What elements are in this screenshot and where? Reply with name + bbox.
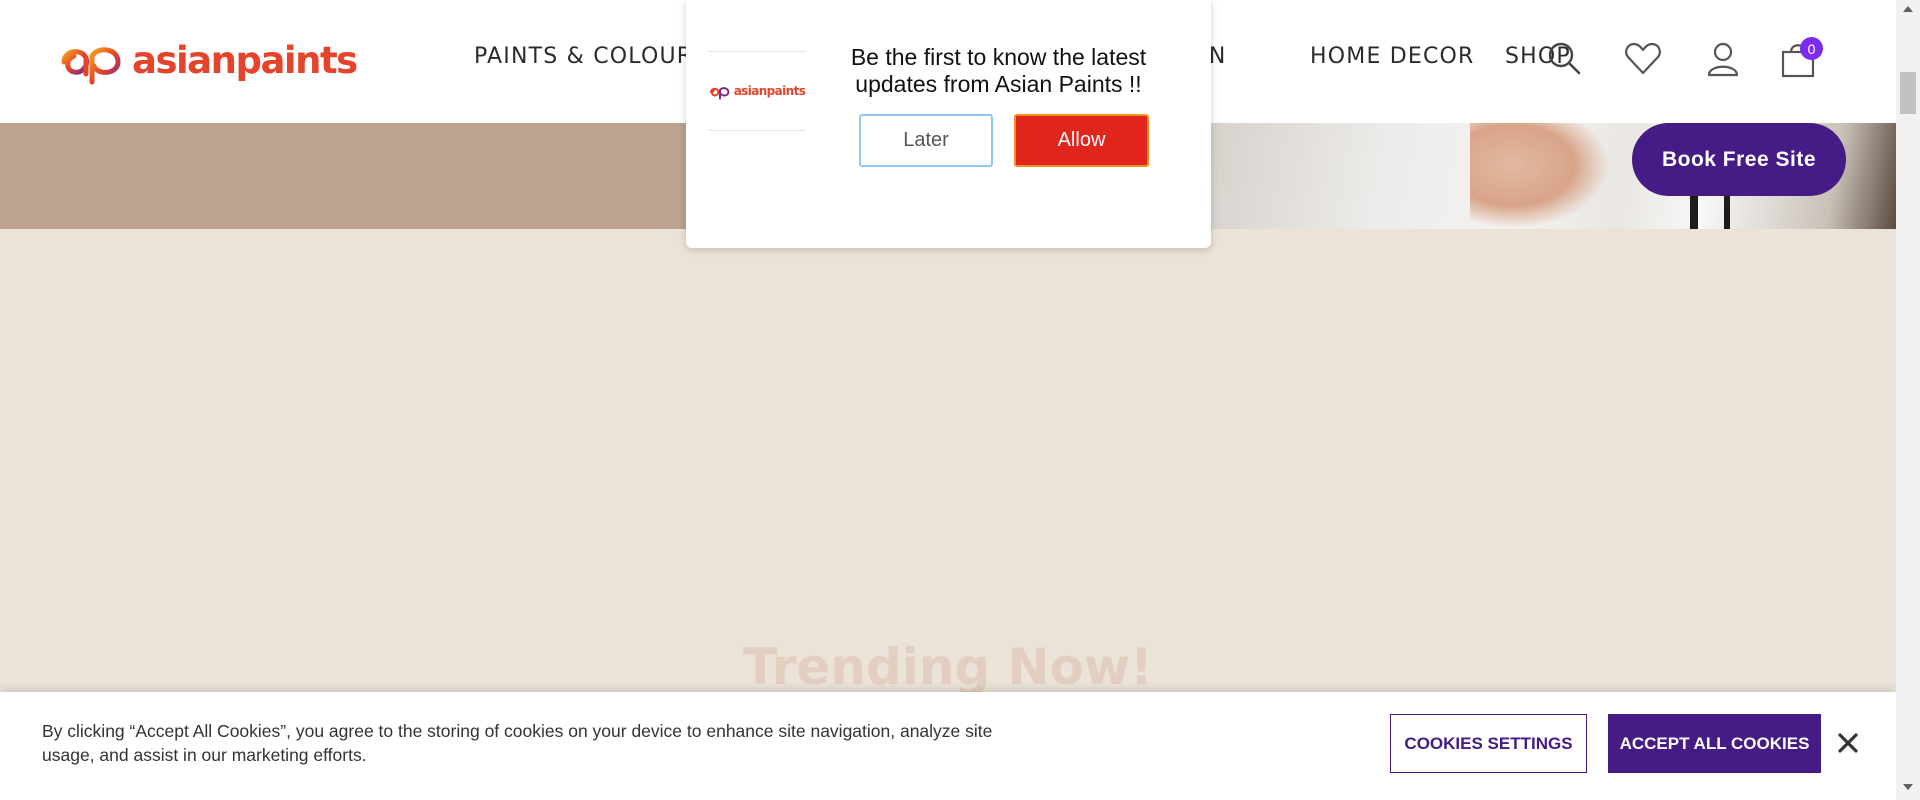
push-prompt-logo: asianpaints [708, 51, 806, 131]
asianpaints-logo[interactable]: asianpaints [58, 34, 358, 86]
later-button[interactable]: Later [859, 114, 993, 167]
search-icon[interactable] [1546, 40, 1584, 78]
accept-all-cookies-button[interactable]: ACCEPT ALL COOKIES [1608, 714, 1821, 773]
logo-wordmark: asianpaints [132, 38, 358, 82]
nav-paints-colours[interactable]: PAINTS & COLOURS [474, 44, 708, 72]
cookies-settings-button[interactable]: COOKIES SETTINGS [1390, 714, 1587, 773]
cart-count-badge: 0 [1800, 37, 1823, 60]
book-free-site-button[interactable]: Book Free Site [1632, 123, 1846, 196]
cookie-consent-banner: By clicking “Accept All Cookies”, you ag… [0, 692, 1896, 800]
cookie-consent-text: By clicking “Accept All Cookies”, you ag… [42, 721, 993, 765]
scrollbar-thumb[interactable] [1900, 72, 1916, 114]
logo-mark-icon [709, 86, 730, 100]
push-prompt-message: Be the first to know the latest updates … [850, 44, 1147, 97]
push-notification-prompt: asianpaints Be the first to know the lat… [686, 0, 1211, 248]
page-scrollbar[interactable] [1896, 0, 1920, 800]
scroll-down-arrow-icon[interactable] [1903, 784, 1913, 790]
scroll-up-arrow-icon[interactable] [1903, 6, 1913, 12]
close-icon[interactable] [1836, 731, 1860, 755]
nav-home-decor[interactable]: HOME DECOR [1310, 44, 1475, 72]
allow-button[interactable]: Allow [1014, 114, 1149, 167]
push-logo-wordmark: asianpaints [733, 84, 806, 98]
trending-now-heading: Trending Now! [743, 638, 1153, 696]
logo-mark-icon [61, 47, 121, 85]
wishlist-heart-icon[interactable] [1624, 40, 1662, 78]
hero-photo-arm [1470, 123, 1610, 229]
user-icon[interactable] [1704, 40, 1742, 78]
